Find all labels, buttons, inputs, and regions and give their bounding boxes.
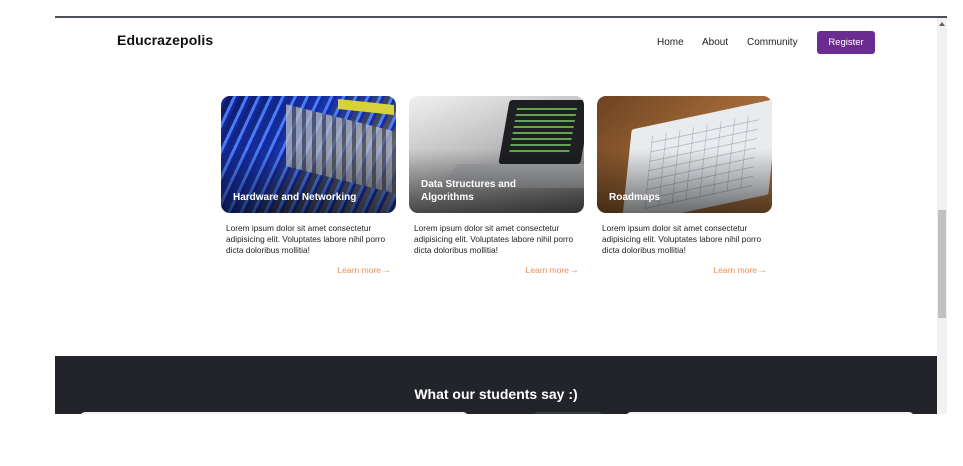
card-description: Lorem ipsum dolor sit amet consectetur a… xyxy=(602,223,762,255)
learn-more-link[interactable]: Learn more→ xyxy=(221,265,396,276)
scrollbar-thumb[interactable] xyxy=(938,210,946,318)
card-description: Lorem ipsum dolor sit amet consectetur a… xyxy=(226,223,386,255)
testimonial-card xyxy=(626,412,914,414)
card-title: Data Structures and Algorithms xyxy=(421,179,517,203)
arrow-right-icon: → xyxy=(381,265,391,276)
register-button[interactable]: Register xyxy=(817,31,875,54)
site-logo[interactable]: Educrazepolis xyxy=(117,32,213,48)
testimonials-section: What our students say :) xyxy=(55,356,937,414)
course-card-dsa: Data Structures and Algorithms Lorem ips… xyxy=(409,96,584,276)
card-title: Hardware and Networking xyxy=(233,192,357,203)
course-card-hardware: Hardware and Networking Lorem ipsum dolo… xyxy=(221,96,396,276)
card-image[interactable]: Roadmaps xyxy=(597,96,772,213)
learn-more-link[interactable]: Learn more→ xyxy=(597,265,772,276)
card-image[interactable]: Hardware and Networking xyxy=(221,96,396,213)
scroll-up-arrow-icon[interactable] xyxy=(939,22,945,26)
arrow-right-icon: → xyxy=(569,265,579,276)
card-title: Roadmaps xyxy=(609,192,661,203)
course-card-roadmaps: Roadmaps Lorem ipsum dolor sit amet cons… xyxy=(597,96,772,276)
learn-more-link[interactable]: Learn more→ xyxy=(409,265,584,276)
testimonial-card xyxy=(533,412,603,414)
navbar: Educrazepolis Home About Community Regis… xyxy=(55,18,937,78)
vertical-scrollbar[interactable] xyxy=(937,18,947,414)
nav-link-home[interactable]: Home xyxy=(657,37,684,48)
testimonials-heading: What our students say :) xyxy=(414,386,578,402)
card-image[interactable]: Data Structures and Algorithms xyxy=(409,96,584,213)
nav-link-community[interactable]: Community xyxy=(747,37,798,48)
arrow-right-icon: → xyxy=(757,265,767,276)
card-description: Lorem ipsum dolor sit amet consectetur a… xyxy=(414,223,574,255)
page-viewport: Educrazepolis Home About Community Regis… xyxy=(55,16,947,414)
nav-link-about[interactable]: About xyxy=(702,37,728,48)
testimonial-card xyxy=(80,412,468,414)
